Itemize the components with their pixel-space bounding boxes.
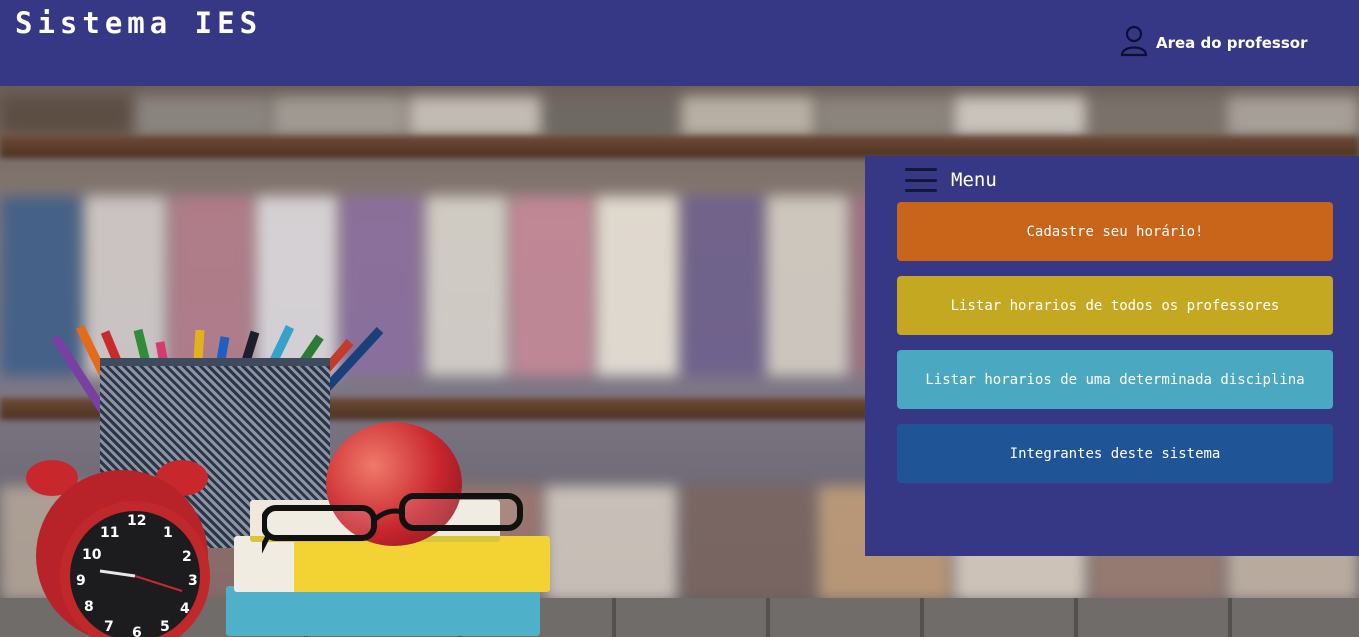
glasses-illustration <box>262 493 523 554</box>
list-discipline-schedules-button[interactable]: Listar horarios de uma determinada disci… <box>897 350 1333 409</box>
menu-panel: Menu Cadastre seu horário! Listar horari… <box>865 156 1359 556</box>
system-members-button[interactable]: Integrantes deste sistema <box>897 424 1333 483</box>
menu-title: Menu <box>951 169 997 191</box>
site-title[interactable]: Sistema IES <box>15 6 262 40</box>
clock-hands <box>99 569 183 592</box>
book-blue <box>226 586 540 636</box>
professor-area-link[interactable]: Area do professor <box>1120 25 1308 61</box>
hamburger-icon <box>905 168 937 192</box>
professor-area-label: Area do professor <box>1156 34 1308 52</box>
list-all-professors-schedules-button[interactable]: Listar horarios de todos os professores <box>897 276 1333 335</box>
register-schedule-button[interactable]: Cadastre seu horário! <box>897 202 1333 261</box>
user-icon <box>1120 25 1148 61</box>
clock-face: 12 1 2 3 4 5 6 7 8 9 10 11 <box>60 501 210 637</box>
menu-toggle[interactable]: Menu <box>905 166 997 194</box>
top-navbar: Sistema IES Area do professor <box>0 0 1359 86</box>
